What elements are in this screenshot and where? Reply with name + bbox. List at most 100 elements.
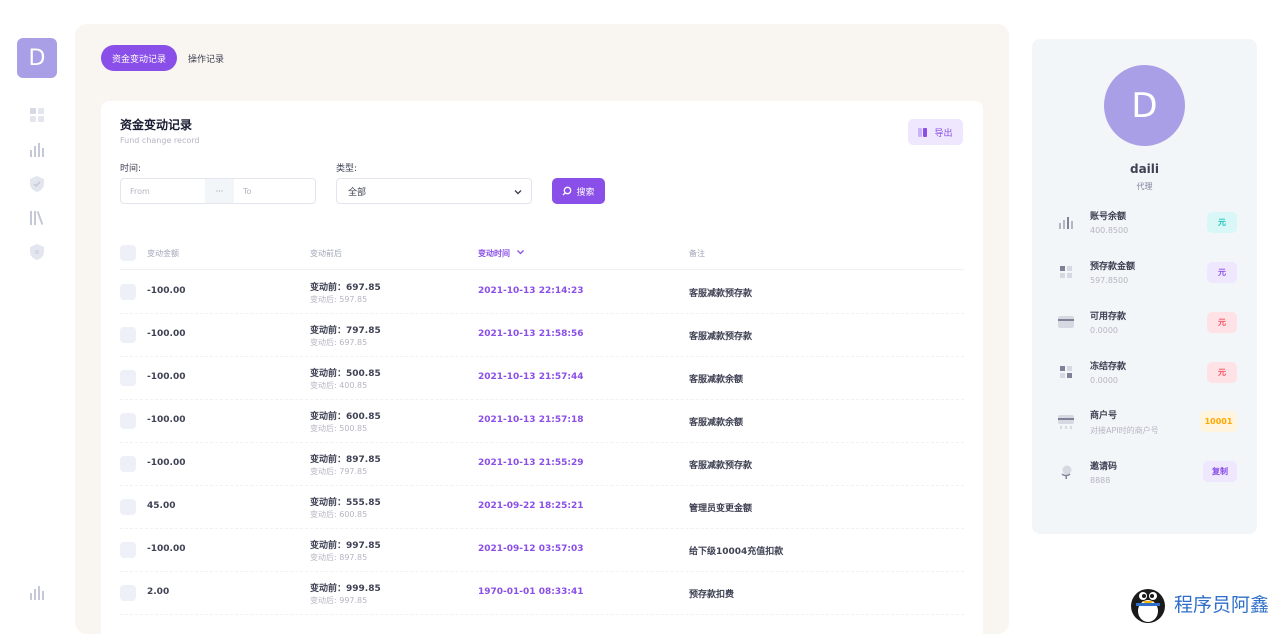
dashboard-grid-icon[interactable] xyxy=(27,105,47,125)
row-note: 客服减款预存款 xyxy=(689,332,753,342)
bar-chart-icon xyxy=(1058,215,1074,231)
row-amount: -100.00 xyxy=(147,544,186,554)
stat-value: 400.8500 xyxy=(1090,226,1129,235)
row-amount: -100.00 xyxy=(147,329,186,339)
sort-desc-icon xyxy=(516,250,524,255)
row-checkbox[interactable] xyxy=(120,370,136,386)
shield-icon[interactable] xyxy=(27,242,47,262)
library-icon[interactable] xyxy=(27,208,47,228)
row-note: 管理员变更金额 xyxy=(689,504,753,514)
stat-badge: 元 xyxy=(1207,262,1237,283)
tab-label: 资金变动记录 xyxy=(112,54,167,65)
row-after: 变动后: 400.85 xyxy=(310,381,368,390)
date-to-input[interactable]: To xyxy=(234,179,315,203)
stat-label: 商户号 xyxy=(1090,411,1118,421)
tab-label: 操作记录 xyxy=(188,54,225,65)
table-header: 变动金额 变动前后 变动时间 备注 xyxy=(120,240,964,270)
stats-icon[interactable] xyxy=(27,583,47,603)
row-checkbox[interactable] xyxy=(120,585,136,601)
row-after: 变动后: 600.85 xyxy=(310,510,368,519)
date-range-picker[interactable]: From ··· To xyxy=(120,178,316,204)
row-time: 2021-10-13 21:57:44 xyxy=(478,372,584,382)
shield-check-icon[interactable] xyxy=(27,174,47,194)
row-time: 2021-10-13 21:55:29 xyxy=(478,458,584,468)
left-rail: D xyxy=(0,0,74,624)
card-title: 资金变动记录 xyxy=(120,118,193,132)
table-row: -100.00 变动前：697.85 变动后: 597.85 2021-10-1… xyxy=(120,271,964,314)
header-note[interactable]: 备注 xyxy=(689,248,705,259)
row-before: 变动前：555.85 xyxy=(310,498,381,508)
row-before: 变动前：697.85 xyxy=(310,283,381,293)
row-before: 变动前：797.85 xyxy=(310,326,381,336)
stat-label: 账号余额 xyxy=(1090,212,1127,222)
date-from-placeholder: From xyxy=(130,186,150,196)
export-button[interactable]: 导出 xyxy=(908,119,963,145)
header-time[interactable]: 变动时间 xyxy=(478,248,525,259)
row-time: 2021-10-13 21:57:18 xyxy=(478,415,584,425)
row-note: 客服减款余额 xyxy=(689,375,744,385)
user-name: daili xyxy=(1129,162,1160,176)
stat-badge: 元 xyxy=(1207,212,1237,233)
row-before: 变动前：897.85 xyxy=(310,455,381,465)
row-before: 变动前：500.85 xyxy=(310,369,381,379)
header-amount[interactable]: 变动金额 xyxy=(147,248,179,259)
bar-chart-icon[interactable] xyxy=(27,140,47,160)
copy-invite-button[interactable]: 复制 xyxy=(1203,461,1237,482)
row-checkbox[interactable] xyxy=(120,284,136,300)
row-before: 变动前：999.85 xyxy=(310,584,381,594)
stat-value: 8888 xyxy=(1090,476,1111,485)
watermark: 程序员阿鑫 xyxy=(1128,582,1278,624)
tab-operation-log[interactable]: 操作记录 xyxy=(188,45,224,71)
row-amount: -100.00 xyxy=(147,415,186,425)
row-amount: 2.00 xyxy=(147,587,170,597)
row-after: 变动后: 997.85 xyxy=(310,596,368,605)
export-label: 导出 xyxy=(934,128,953,139)
type-select-value: 全部 xyxy=(348,187,367,198)
globe-icon xyxy=(1058,464,1074,480)
row-note: 预存款扣费 xyxy=(689,590,735,600)
stat-badge: 10001 xyxy=(1200,411,1237,432)
row-note: 客服减款余额 xyxy=(689,418,744,428)
stat-label: 冻结存款 xyxy=(1090,362,1127,372)
type-select[interactable]: 全部 xyxy=(336,178,532,204)
row-checkbox[interactable] xyxy=(120,413,136,429)
search-button[interactable]: 搜索 xyxy=(552,178,605,204)
row-checkbox[interactable] xyxy=(120,327,136,343)
date-from-input[interactable]: From xyxy=(121,179,205,203)
stat-badge: 元 xyxy=(1207,362,1237,383)
row-checkbox[interactable] xyxy=(120,542,136,558)
tab-fund-change[interactable]: 资金变动记录 xyxy=(101,45,178,71)
stat-value: 0.0000 xyxy=(1090,376,1118,385)
row-note: 客服减款预存款 xyxy=(689,461,753,471)
row-amount: -100.00 xyxy=(147,458,186,468)
avatar-letter: D xyxy=(1131,85,1158,126)
row-checkbox[interactable] xyxy=(120,499,136,515)
row-amount: -100.00 xyxy=(147,372,186,382)
row-time: 2021-10-13 21:58:56 xyxy=(478,329,584,339)
logo[interactable]: D xyxy=(17,38,57,78)
row-checkbox[interactable] xyxy=(120,456,136,472)
row-note: 给下级10004充值扣款 xyxy=(689,547,784,557)
penguin-icon xyxy=(1131,589,1165,623)
card-subtitle: Fund change record xyxy=(120,136,200,145)
row-before: 变动前：997.85 xyxy=(310,541,381,551)
card-icon xyxy=(1058,314,1074,330)
stat-label: 可用存款 xyxy=(1090,312,1127,322)
search-icon xyxy=(563,186,572,196)
stat-value: 597.8500 xyxy=(1090,276,1129,285)
search-label: 搜索 xyxy=(576,187,595,198)
stat-label: 邀请码 xyxy=(1090,462,1118,472)
header-before-after[interactable]: 变动前后 xyxy=(310,248,342,259)
table-row: -100.00 变动前：897.85 变动后: 797.85 2021-10-1… xyxy=(120,443,964,486)
time-label: 时间: xyxy=(120,164,142,174)
avatar[interactable]: D xyxy=(1104,65,1185,146)
export-icon xyxy=(918,127,928,137)
stat-value: 0.0000 xyxy=(1090,326,1118,335)
stat-badge: 元 xyxy=(1207,312,1237,333)
select-all-checkbox[interactable] xyxy=(120,245,136,261)
row-time: 2021-09-12 03:57:03 xyxy=(478,544,584,554)
grid-icon xyxy=(1058,364,1074,380)
table-row: -100.00 变动前：997.85 变动后: 897.85 2021-09-1… xyxy=(120,529,964,572)
grid-icon xyxy=(1058,264,1074,280)
row-after: 变动后: 897.85 xyxy=(310,553,368,562)
